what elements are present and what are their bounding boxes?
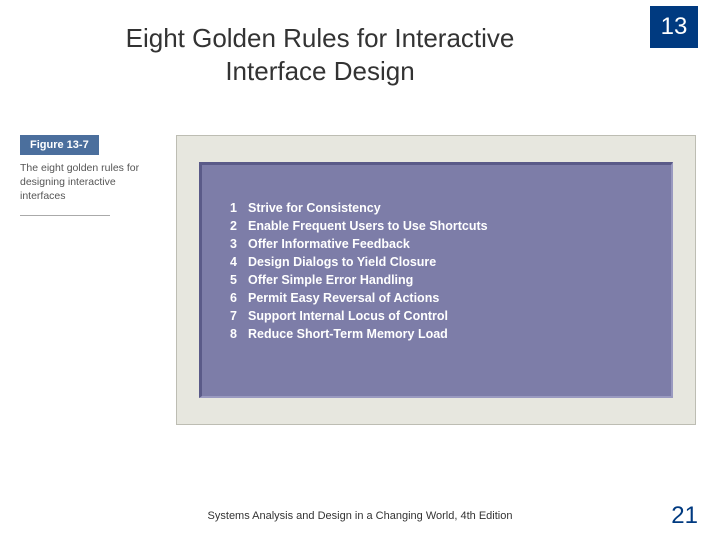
rule-item: 3 Offer Informative Feedback: [230, 237, 651, 251]
rule-text: Offer Informative Feedback: [248, 237, 410, 251]
rule-number: 8: [230, 327, 248, 341]
figure-caption: The eight golden rules for designing int…: [20, 161, 150, 204]
caption-divider: [20, 215, 110, 216]
rule-number: 2: [230, 219, 248, 233]
rule-item: 8 Reduce Short-Term Memory Load: [230, 327, 651, 341]
rule-item: 7 Support Internal Locus of Control: [230, 309, 651, 323]
rule-text: Offer Simple Error Handling: [248, 273, 413, 287]
chapter-number-badge: 13: [650, 6, 698, 48]
rule-number: 3: [230, 237, 248, 251]
rule-number: 7: [230, 309, 248, 323]
rule-number: 1: [230, 201, 248, 215]
rule-number: 6: [230, 291, 248, 305]
figure-container: Figure 13-7 The eight golden rules for d…: [20, 135, 700, 427]
rule-number: 4: [230, 255, 248, 269]
rule-item: 2 Enable Frequent Users to Use Shortcuts: [230, 219, 651, 233]
rule-text: Strive for Consistency: [248, 201, 381, 215]
rule-text: Enable Frequent Users to Use Shortcuts: [248, 219, 488, 233]
page-number: 21: [671, 502, 698, 530]
figure-label: Figure 13-7: [20, 135, 99, 155]
rule-text: Reduce Short-Term Memory Load: [248, 327, 448, 341]
rules-box: 1 Strive for Consistency 2 Enable Freque…: [199, 162, 673, 398]
rule-item: 4 Design Dialogs to Yield Closure: [230, 255, 651, 269]
rule-item: 1 Strive for Consistency: [230, 201, 651, 215]
rule-item: 5 Offer Simple Error Handling: [230, 273, 651, 287]
rule-item: 6 Permit Easy Reversal of Actions: [230, 291, 651, 305]
rule-text: Support Internal Locus of Control: [248, 309, 448, 323]
rule-text: Permit Easy Reversal of Actions: [248, 291, 439, 305]
figure-panel: 1 Strive for Consistency 2 Enable Freque…: [176, 135, 696, 425]
rule-text: Design Dialogs to Yield Closure: [248, 255, 436, 269]
rule-number: 5: [230, 273, 248, 287]
footer-text: Systems Analysis and Design in a Changin…: [0, 510, 720, 522]
slide-title: Eight Golden Rules for Interactive Inter…: [120, 22, 520, 87]
